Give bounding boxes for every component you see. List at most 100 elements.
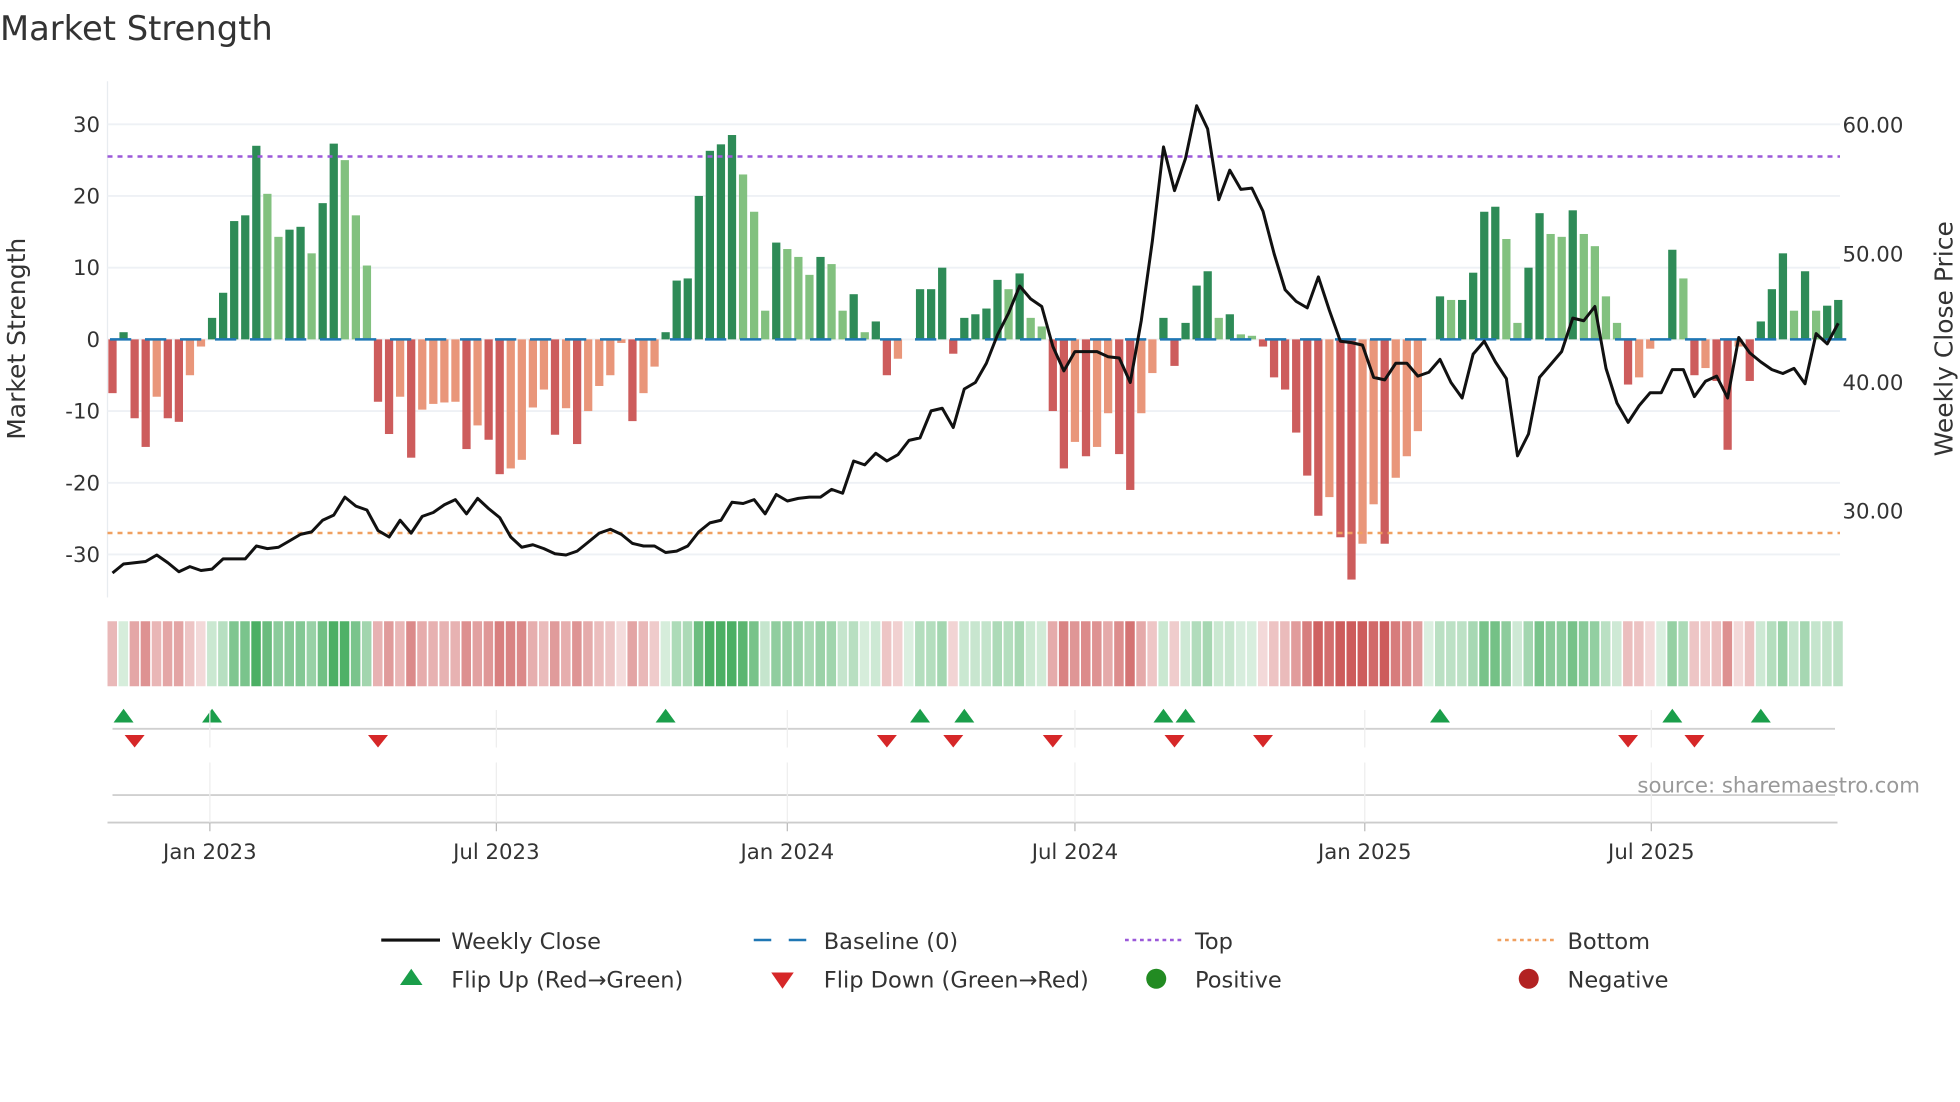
flip-up-icon [655, 708, 676, 723]
flip-up-icon [1430, 708, 1450, 723]
heatmap-cell [538, 621, 549, 687]
heatmap-cell [1357, 621, 1368, 687]
heatmap-cell [649, 621, 660, 687]
heatmap-cell [1147, 621, 1157, 687]
heatmap-cell [1401, 621, 1412, 687]
strength-bar [1701, 339, 1710, 369]
heatmap-cell [1789, 621, 1799, 687]
strength-bar [1834, 299, 1843, 340]
strength-bar [1745, 339, 1754, 381]
heatmap-cell [1158, 621, 1168, 687]
strength-bar [1159, 317, 1168, 340]
heatmap-cell [660, 621, 671, 687]
heatmap-cell [826, 621, 837, 687]
strength-bar [141, 339, 150, 447]
strength-bar [230, 221, 239, 340]
heatmap-cell [859, 621, 870, 687]
heatmap-cell [483, 621, 494, 687]
heatmap-cell [516, 621, 527, 687]
flip-up-icon [1175, 708, 1196, 723]
heatmap-cell [870, 621, 881, 687]
heatmap-cell [627, 621, 637, 687]
heatmap-cell [173, 621, 184, 687]
heatmap-cell [1645, 621, 1655, 687]
heatmap-cell [881, 621, 892, 687]
strength-bar [373, 339, 383, 402]
heatmap-cell [1678, 621, 1688, 687]
heatmap-cell [1468, 621, 1478, 687]
heatmap-cell [848, 621, 859, 687]
chart-title: Market Strength [0, 9, 273, 48]
heatmap-cell [439, 621, 449, 687]
strength-bar [407, 339, 416, 458]
heatmap-cell [1435, 621, 1445, 687]
heatmap-cell [1324, 621, 1334, 687]
strength-bar [584, 339, 593, 412]
heatmap-cell [1003, 621, 1014, 687]
strength-bar [1789, 310, 1799, 340]
x-tick-label: Jan 2025 [1316, 840, 1412, 865]
heatmap-cell [339, 621, 350, 687]
flip-down-icon [1684, 735, 1705, 748]
heatmap-cell [218, 621, 228, 687]
strength-bar [207, 317, 217, 340]
heatmap-cell [361, 621, 372, 687]
strength-bar [1480, 211, 1489, 340]
strength-bar [1469, 272, 1478, 340]
heatmap-cell [1656, 621, 1666, 687]
heatmap-cell [616, 621, 626, 687]
heatmap-cell [1092, 621, 1102, 687]
strength-bar [296, 226, 305, 340]
strength-bar [561, 339, 571, 409]
heatmap-cell [1501, 621, 1511, 687]
strength-bar [550, 339, 560, 435]
strength-bar [539, 339, 549, 390]
heatmap-cell [771, 621, 781, 687]
strength-bar [152, 339, 161, 397]
legend-flip-up-icon [400, 968, 423, 985]
heatmap-cell [450, 621, 460, 687]
heatmap-cell [1667, 621, 1677, 687]
flip-up-icon [910, 708, 931, 723]
y2-tick-label: 60.00 [1843, 114, 1904, 139]
y2-axis-title: Weekly Close Price [1930, 221, 1959, 456]
strength-bar [827, 264, 836, 340]
heatmap-cell [1202, 621, 1213, 687]
strength-bar [1181, 322, 1190, 340]
heatmap-cell [1689, 621, 1699, 687]
strength-bar [783, 249, 792, 340]
heatmap-cell [406, 621, 416, 687]
heatmap-cell [284, 621, 294, 687]
heatmap-cell [1600, 621, 1611, 687]
strength-bar [1635, 339, 1644, 378]
heatmap-cell [1777, 621, 1788, 687]
strength-bar [606, 339, 615, 376]
strength-bar [1546, 233, 1555, 340]
strength-bar [1148, 339, 1157, 374]
strength-bar [1037, 326, 1046, 340]
heatmap-cell [505, 621, 516, 687]
heatmap-cell [207, 621, 217, 687]
heatmap-cell [328, 621, 339, 687]
heatmap-cell [1423, 621, 1434, 687]
heatmap-cell [1700, 621, 1710, 687]
flip-down-icon [124, 735, 145, 748]
strength-bar [871, 321, 880, 340]
strength-bar [816, 256, 825, 340]
heatmap-cell [1556, 621, 1567, 687]
heatmap-cell [129, 621, 140, 687]
legend-negative-icon [1518, 968, 1539, 989]
strength-bar [716, 144, 726, 340]
heatmap-cell [926, 621, 936, 687]
strength-bar [650, 339, 659, 367]
strength-bar [252, 145, 261, 340]
heatmap-cell [1191, 621, 1202, 687]
strength-bar [672, 280, 681, 340]
strength-bar [1380, 339, 1389, 544]
strength-bar [1059, 339, 1068, 469]
x-tick-label: Jan 2024 [739, 840, 835, 865]
heatmap-cell [970, 621, 980, 687]
strength-bar [882, 339, 891, 376]
heatmap-cell [1512, 621, 1522, 687]
strength-bar [1292, 339, 1301, 433]
